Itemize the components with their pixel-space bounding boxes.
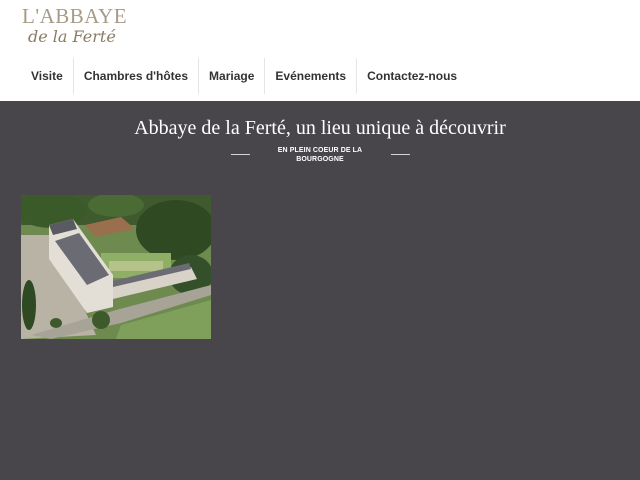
nav-item-mariage[interactable]: Mariage — [198, 58, 264, 94]
site-header: L'ABBAYE de la Ferté Visite Chambres d'h… — [0, 0, 640, 101]
subtitle-block: EN PLEIN COEUR DE LA BOURGOGNE — [0, 146, 640, 166]
nav-item-contact[interactable]: Contactez-nous — [356, 58, 467, 94]
site-logo[interactable]: L'ABBAYE de la Ferté — [22, 4, 127, 52]
logo-line-2: de la Ferté — [28, 27, 116, 46]
logo-line-1: L'ABBAYE — [22, 4, 128, 28]
page-title: Abbaye de la Ferté, un lieu unique à déc… — [134, 117, 506, 139]
subtitle-divider-right — [391, 154, 410, 155]
page-subtitle: EN PLEIN COEUR DE LA BOURGOGNE — [277, 147, 363, 163]
nav-item-visite[interactable]: Visite — [21, 58, 73, 94]
abbey-aerial-photo[interactable] — [21, 195, 211, 339]
subtitle-divider-left — [231, 154, 250, 155]
nav-item-chambres[interactable]: Chambres d'hôtes — [72, 58, 198, 94]
main-nav: Visite Chambres d'hôtes Mariage Evénemen… — [21, 58, 467, 94]
nav-item-evenements[interactable]: Evénements — [264, 58, 356, 94]
